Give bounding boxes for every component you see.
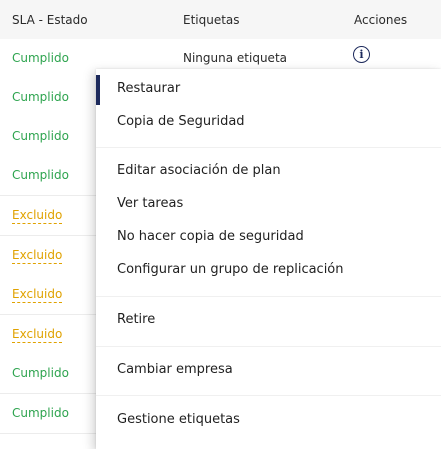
status-label: Cumplido xyxy=(12,90,69,104)
menu-divider xyxy=(96,395,441,396)
menu-item-label: Editar asociación de plan xyxy=(117,163,281,178)
menu-item-cambiar-empresa[interactable]: Cambiar empresa xyxy=(96,356,441,386)
menu-item-label: Retire xyxy=(117,312,156,327)
info-icon[interactable]: i xyxy=(353,46,370,63)
menu-divider xyxy=(96,147,441,148)
tags-cell: Ninguna etiqueta xyxy=(183,51,287,65)
status-label: Excluido xyxy=(12,327,63,343)
menu-item-restaurar[interactable]: Restaurar xyxy=(96,75,441,105)
menu-item-ver-tareas[interactable]: Ver tareas xyxy=(96,190,441,220)
column-header-tags[interactable]: Etiquetas xyxy=(183,13,240,27)
menu-item-label: Ver tareas xyxy=(117,196,184,211)
status-label: Cumplido xyxy=(12,168,69,182)
status-label: Cumplido xyxy=(12,51,69,65)
table-header: SLA - Estado Etiquetas Acciones xyxy=(0,0,441,40)
menu-item-label: No hacer copia de seguridad xyxy=(117,229,304,244)
menu-item-label: Restaurar xyxy=(117,81,181,96)
menu-item-copia-de-seguridad[interactable]: Copia de Seguridad xyxy=(96,108,441,138)
actions-menu: Restaurar Copia de Seguridad Editar asoc… xyxy=(96,69,441,449)
status-label: Cumplido xyxy=(12,129,69,143)
status-label: Cumplido xyxy=(12,366,69,380)
column-header-actions: Acciones xyxy=(354,13,408,27)
status-label: Excluido xyxy=(12,208,63,224)
menu-item-gestione-etiquetas[interactable]: Gestione etiquetas xyxy=(96,406,441,436)
menu-item-editar-asociacion-de-plan[interactable]: Editar asociación de plan xyxy=(96,157,441,187)
menu-item-configurar-grupo-replicacion[interactable]: Configurar un grupo de replicación xyxy=(96,256,441,286)
status-label: Cumplido xyxy=(12,406,69,420)
menu-item-no-hacer-copia[interactable]: No hacer copia de seguridad xyxy=(96,223,441,253)
menu-item-label: Configurar un grupo de replicación xyxy=(117,262,344,277)
column-header-sla-status[interactable]: SLA - Estado xyxy=(12,13,88,27)
menu-item-label: Gestione etiquetas xyxy=(117,412,240,427)
status-label: Excluido xyxy=(12,248,63,264)
menu-item-retire[interactable]: Retire xyxy=(96,306,441,336)
menu-divider xyxy=(96,296,441,297)
menu-item-label: Copia de Seguridad xyxy=(117,114,245,129)
menu-divider xyxy=(96,346,441,347)
status-label: Excluido xyxy=(12,287,63,303)
menu-item-label: Cambiar empresa xyxy=(117,362,233,377)
